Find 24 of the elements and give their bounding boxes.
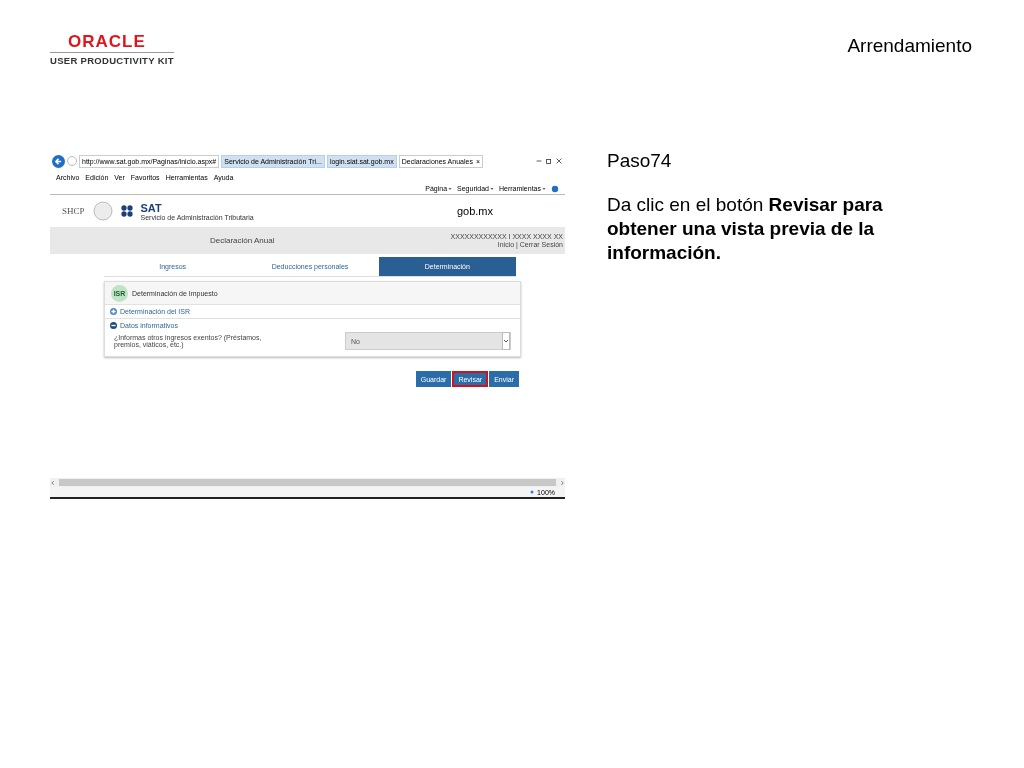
banner-title: Declaración Anual	[210, 236, 275, 245]
chevron-down-icon[interactable]	[502, 332, 510, 350]
step-number: Paso74	[607, 150, 673, 172]
back-icon[interactable]	[52, 154, 65, 168]
oracle-logo: ORACLE	[68, 33, 146, 50]
plus-icon[interactable]	[110, 308, 117, 315]
close-icon	[555, 157, 563, 165]
horizontal-scrollbar[interactable]	[50, 478, 565, 487]
seal-icon	[92, 201, 113, 221]
scroll-left-icon	[50, 479, 56, 486]
instruction-text: Da clic en el botón Revisar para obtener una vista previa de la información.	[607, 193, 884, 265]
sat-dots-icon	[120, 205, 133, 217]
sat-logo: SAT	[140, 201, 163, 214]
gob-logo: gob.mx	[456, 205, 493, 217]
restore-icon	[545, 157, 553, 165]
scroll-right-icon	[559, 479, 565, 486]
caret-icon	[448, 186, 453, 191]
zoom-icon	[530, 489, 536, 495]
minimize-icon	[535, 157, 543, 165]
shcp-logo: SHCP	[62, 206, 85, 216]
page-title: Arrendamiento	[847, 35, 972, 57]
minus-icon[interactable]	[110, 322, 117, 329]
product-name: USER PRODUCTIVITY KIT	[50, 55, 174, 66]
help-icon	[551, 184, 559, 193]
